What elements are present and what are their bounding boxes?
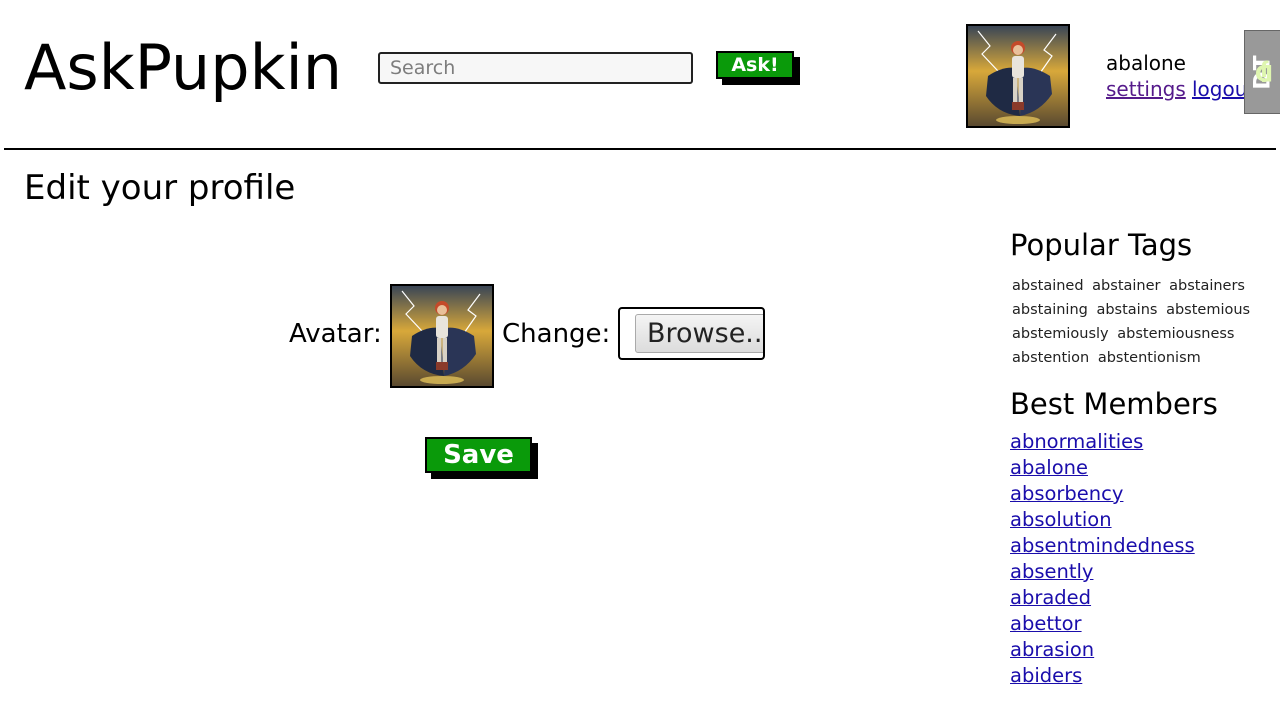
- list-item: abnormalities: [1010, 429, 1195, 455]
- page-title: Edit your profile: [24, 168, 296, 208]
- tag-link[interactable]: abstemiousness: [1117, 326, 1234, 342]
- avatar-image: [968, 26, 1068, 126]
- change-label: Change:: [502, 319, 611, 349]
- search-input[interactable]: [378, 52, 693, 84]
- member-link[interactable]: absently: [1010, 560, 1093, 583]
- member-link[interactable]: absorbency: [1010, 482, 1123, 505]
- tag-link[interactable]: abstemiously: [1012, 326, 1109, 342]
- settings-link[interactable]: settings: [1106, 77, 1186, 101]
- best-members-heading: Best Members: [1010, 387, 1218, 421]
- debug-toolbar-handle[interactable]: Dj DT: [1244, 30, 1280, 114]
- list-item: abettor: [1010, 611, 1195, 637]
- site-header: AskPupkin Ask! ab: [0, 0, 1280, 150]
- tag-link[interactable]: abstention: [1012, 350, 1089, 366]
- debug-toolbar-label: Dj DT: [1250, 54, 1275, 90]
- list-item: abraded: [1010, 585, 1195, 611]
- ask-button[interactable]: Ask!: [716, 51, 794, 79]
- tag-link[interactable]: abstains: [1096, 302, 1157, 318]
- tag-link[interactable]: abstaining: [1012, 302, 1088, 318]
- list-item: abalone: [1010, 455, 1195, 481]
- member-link[interactable]: abnormalities: [1010, 430, 1143, 453]
- username: abalone: [1106, 51, 1186, 75]
- member-link[interactable]: abrasion: [1010, 638, 1094, 661]
- popular-tags-heading: Popular Tags: [1010, 228, 1193, 262]
- browse-button[interactable]: Browse...: [635, 314, 763, 353]
- list-item: abiders: [1010, 663, 1195, 689]
- best-members-list: abnormalities abalone absorbency absolut…: [1010, 429, 1195, 689]
- list-item: abrasion: [1010, 637, 1195, 663]
- tag-link[interactable]: abstainers: [1169, 278, 1245, 294]
- tag-link[interactable]: abstainer: [1092, 278, 1160, 294]
- list-item: absently: [1010, 559, 1195, 585]
- member-link[interactable]: absentmindedness: [1010, 534, 1195, 557]
- member-link[interactable]: abiders: [1010, 664, 1082, 687]
- avatar-label: Avatar:: [289, 319, 382, 349]
- save-button[interactable]: Save: [425, 437, 532, 473]
- list-item: absorbency: [1010, 481, 1195, 507]
- site-logo[interactable]: AskPupkin: [24, 30, 342, 106]
- member-link[interactable]: abettor: [1010, 612, 1082, 635]
- current-avatar: [390, 284, 494, 388]
- tag-link[interactable]: abstentionism: [1098, 350, 1201, 366]
- tag-cloud: abstained abstainer abstainers abstainin…: [1012, 274, 1262, 370]
- tag-link[interactable]: abstained: [1012, 278, 1084, 294]
- member-link[interactable]: abraded: [1010, 586, 1091, 609]
- header-divider: [4, 148, 1276, 150]
- member-link[interactable]: absolution: [1010, 508, 1112, 531]
- list-item: absentmindedness: [1010, 533, 1195, 559]
- user-avatar[interactable]: [966, 24, 1070, 128]
- avatar-file-input[interactable]: Browse...: [618, 307, 765, 360]
- member-link[interactable]: abalone: [1010, 456, 1088, 479]
- tag-link[interactable]: abstemious: [1166, 302, 1250, 318]
- list-item: absolution: [1010, 507, 1195, 533]
- avatar-image: [392, 286, 492, 386]
